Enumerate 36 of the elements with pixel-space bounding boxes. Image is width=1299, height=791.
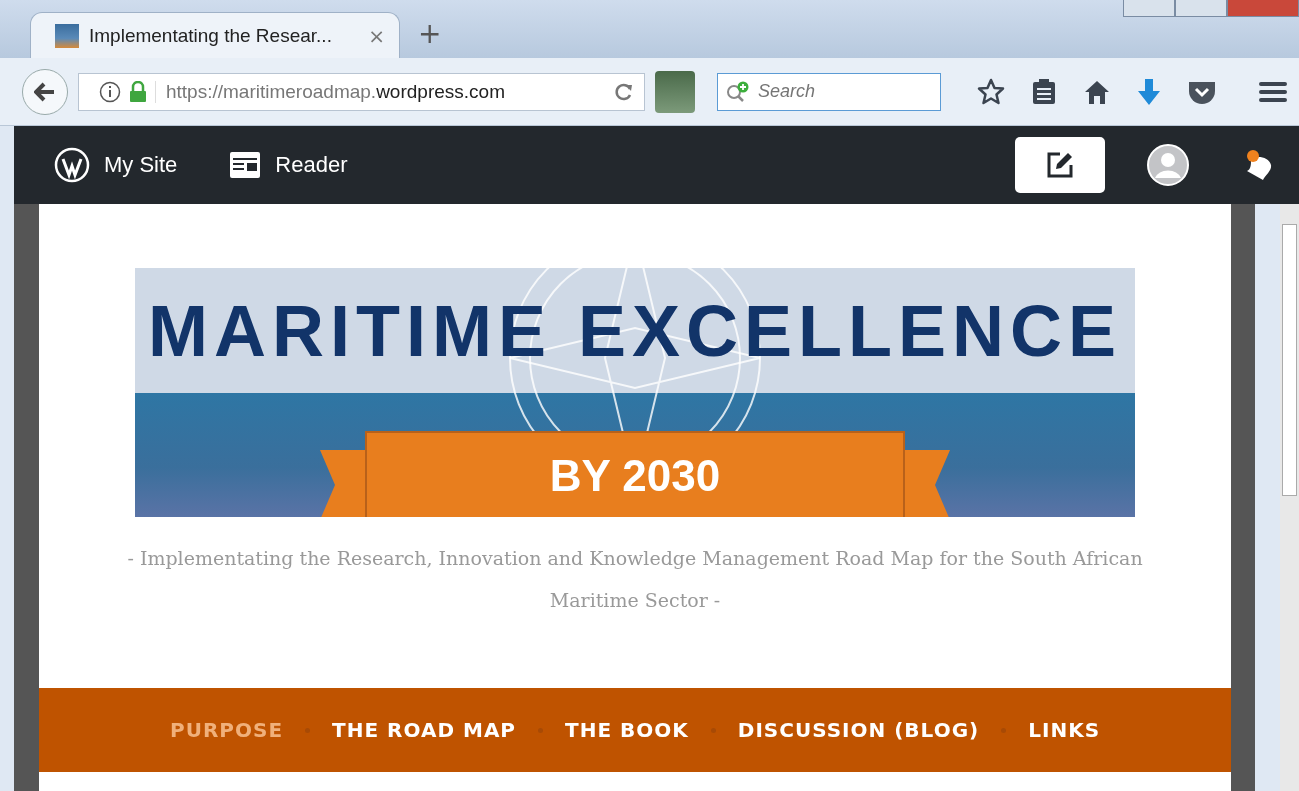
- menu-link[interactable]: PURPOSE: [170, 718, 284, 742]
- site-tagline: - Implementating the Research, Innovation and Knowledge Management Road Map for the South African Maritime Sector -: [126, 546, 1144, 613]
- banner-ribbon-text: BY 2030: [549, 451, 721, 502]
- wordpress-logo-icon: [54, 147, 90, 183]
- reader-icon: [229, 151, 262, 179]
- reload-icon[interactable]: [614, 81, 634, 102]
- lock-icon: [129, 80, 147, 103]
- menu-link[interactable]: DISCUSSION (BLOG): [737, 718, 980, 742]
- menu-link[interactable]: THE BOOK: [565, 718, 689, 742]
- back-button[interactable]: [22, 68, 68, 115]
- avatar-icon[interactable]: [1147, 144, 1189, 186]
- maximize-button[interactable]: [1175, 0, 1227, 17]
- search-field[interactable]: Search: [717, 72, 941, 111]
- menu-link[interactable]: LINKS: [1028, 718, 1101, 742]
- browser-tab[interactable]: Implementating the Resear... ×: [30, 12, 400, 58]
- minimize-button[interactable]: [1123, 0, 1175, 17]
- home-icon[interactable]: [1083, 78, 1111, 105]
- admin-bar-item[interactable]: Reader: [229, 151, 348, 179]
- bookmark-star-icon[interactable]: [977, 77, 1005, 106]
- extension-button[interactable]: [655, 70, 695, 113]
- info-icon: [99, 80, 121, 103]
- edit-pencil-icon: [1046, 151, 1074, 179]
- menu-link[interactable]: THE ROAD MAP: [332, 718, 517, 742]
- menu-icon[interactable]: [1259, 79, 1287, 104]
- clipboard-list-icon[interactable]: [1031, 77, 1057, 106]
- new-tab-button[interactable]: +: [418, 17, 442, 50]
- close-tab-button[interactable]: ×: [368, 23, 385, 48]
- banner-title: MARITIME EXCELLENCE: [147, 290, 1124, 372]
- download-arrow-icon[interactable]: [1137, 77, 1161, 106]
- favicon-icon: [55, 23, 79, 48]
- admin-bar-item[interactable]: My Site: [54, 147, 178, 183]
- tab-title: Implementating the Resear...: [89, 24, 333, 47]
- write-post-button[interactable]: [1015, 137, 1105, 193]
- url-text: https://maritimeroadmap.wordpress.com: [155, 80, 606, 103]
- address-bar[interactable]: https://maritimeroadmap.wordpress.com: [78, 72, 645, 111]
- back-arrow-icon: [34, 81, 56, 102]
